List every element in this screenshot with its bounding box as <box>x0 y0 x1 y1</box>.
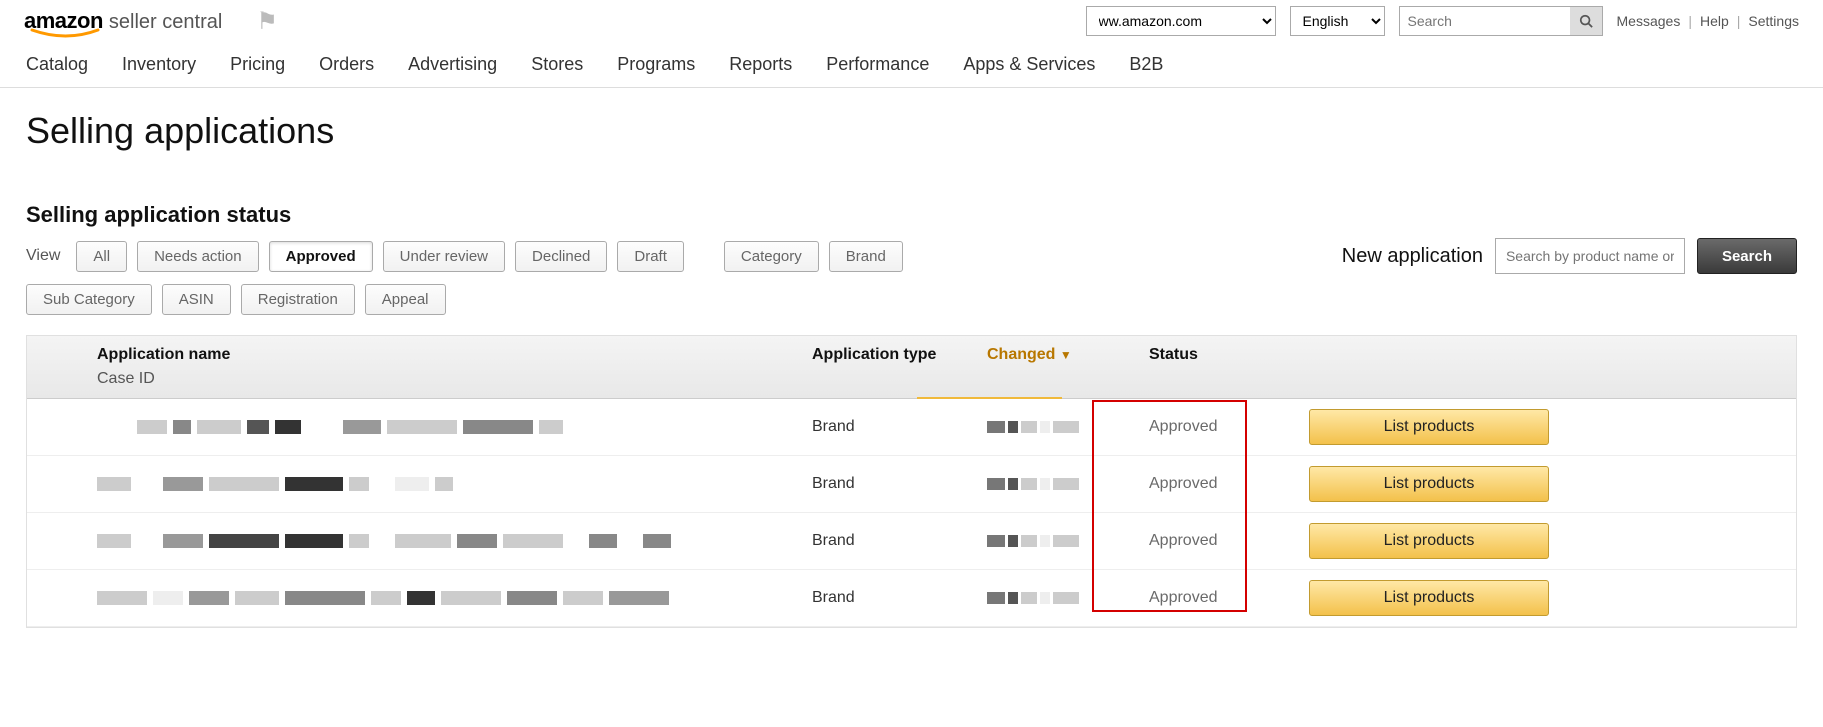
cell-status: Approved <box>1149 475 1309 493</box>
applications-table: Application name Case ID Application typ… <box>26 335 1797 628</box>
sort-desc-icon: ▼ <box>1060 348 1072 362</box>
type-filter-brand[interactable]: Brand <box>829 241 903 272</box>
nav-performance[interactable]: Performance <box>826 54 929 75</box>
filter-sub-category[interactable]: Sub Category <box>26 284 152 315</box>
cell-application-name <box>97 477 812 491</box>
nav-reports[interactable]: Reports <box>729 54 792 75</box>
logo-seller-text: seller central <box>109 11 222 34</box>
th-application-type[interactable]: Application type <box>812 346 987 388</box>
messages-link[interactable]: Messages <box>1617 13 1681 29</box>
cell-changed <box>987 421 1149 433</box>
page-content: Selling applications Selling application… <box>0 88 1823 628</box>
list-products-button[interactable]: List products <box>1309 409 1549 445</box>
global-search-button[interactable] <box>1570 7 1602 35</box>
nav-orders[interactable]: Orders <box>319 54 374 75</box>
filters-row: View All Needs action Approved Under rev… <box>26 238 1797 274</box>
th-status[interactable]: Status <box>1149 346 1309 388</box>
primary-nav: Catalog Inventory Pricing Orders Adverti… <box>0 44 1823 88</box>
filter-approved[interactable]: Approved <box>269 241 373 272</box>
nav-apps-services[interactable]: Apps & Services <box>963 54 1095 75</box>
cell-changed <box>987 535 1149 547</box>
filter-declined[interactable]: Declined <box>515 241 607 272</box>
cell-type: Brand <box>812 418 987 436</box>
type-filter-category[interactable]: Category <box>724 241 819 272</box>
cell-type: Brand <box>812 475 987 493</box>
filter-all[interactable]: All <box>76 241 127 272</box>
global-search <box>1399 6 1603 36</box>
logo-swoosh-icon <box>30 28 102 40</box>
nav-pricing[interactable]: Pricing <box>230 54 285 75</box>
flag-icon[interactable]: ⚑ <box>256 7 278 36</box>
filters-row-2: Sub Category ASIN Registration Appeal <box>26 284 1797 315</box>
top-bar: amazon seller central ⚑ ww.amazon.com En… <box>0 0 1823 38</box>
nav-advertising[interactable]: Advertising <box>408 54 497 75</box>
page-title: Selling applications <box>26 110 1797 152</box>
list-products-button[interactable]: List products <box>1309 466 1549 502</box>
table-row: Brand Approved List products <box>27 456 1796 513</box>
filter-appeal[interactable]: Appeal <box>365 284 446 315</box>
filter-asin[interactable]: ASIN <box>162 284 231 315</box>
cell-type: Brand <box>812 532 987 550</box>
marketplace-select[interactable]: ww.amazon.com <box>1086 6 1276 36</box>
filter-registration[interactable]: Registration <box>241 284 355 315</box>
new-application-input[interactable] <box>1495 238 1685 274</box>
cell-status: Approved <box>1149 589 1309 607</box>
filter-draft[interactable]: Draft <box>617 241 684 272</box>
list-products-button[interactable]: List products <box>1309 523 1549 559</box>
th-changed[interactable]: Changed ▼ <box>987 346 1149 388</box>
nav-b2b[interactable]: B2B <box>1129 54 1163 75</box>
cell-status: Approved <box>1149 532 1309 550</box>
help-link[interactable]: Help <box>1700 13 1729 29</box>
table-body: Brand Approved List products <box>27 399 1796 627</box>
th-application-name[interactable]: Application name <box>97 346 812 364</box>
list-products-button[interactable]: List products <box>1309 580 1549 616</box>
cell-type: Brand <box>812 589 987 607</box>
nav-programs[interactable]: Programs <box>617 54 695 75</box>
filter-needs-action[interactable]: Needs action <box>137 241 259 272</box>
cell-changed <box>987 478 1149 490</box>
new-application-label: New application <box>1342 245 1483 268</box>
th-case-id: Case ID <box>97 370 812 388</box>
view-label: View <box>26 247 60 265</box>
logo[interactable]: amazon seller central <box>24 8 222 34</box>
table-row: Brand Approved List products <box>27 399 1796 456</box>
section-title: Selling application status <box>26 202 1797 228</box>
top-links: Messages | Help | Settings <box>1617 13 1799 29</box>
cell-application-name <box>97 420 812 434</box>
table-row: Brand Approved List products <box>27 570 1796 627</box>
new-application-group: New application Search <box>1342 238 1797 274</box>
cell-application-name <box>97 534 812 548</box>
new-application-search-button[interactable]: Search <box>1697 238 1797 274</box>
settings-link[interactable]: Settings <box>1748 13 1799 29</box>
nav-catalog[interactable]: Catalog <box>26 54 88 75</box>
language-select[interactable]: English <box>1290 6 1385 36</box>
cell-application-name <box>97 591 812 605</box>
global-search-input[interactable] <box>1400 7 1570 35</box>
table-row: Brand Approved List products <box>27 513 1796 570</box>
filter-under-review[interactable]: Under review <box>383 241 505 272</box>
cell-changed <box>987 592 1149 604</box>
nav-inventory[interactable]: Inventory <box>122 54 196 75</box>
table-header: Application name Case ID Application typ… <box>27 336 1796 399</box>
nav-stores[interactable]: Stores <box>531 54 583 75</box>
cell-status: Approved <box>1149 418 1309 436</box>
search-icon <box>1579 14 1593 28</box>
